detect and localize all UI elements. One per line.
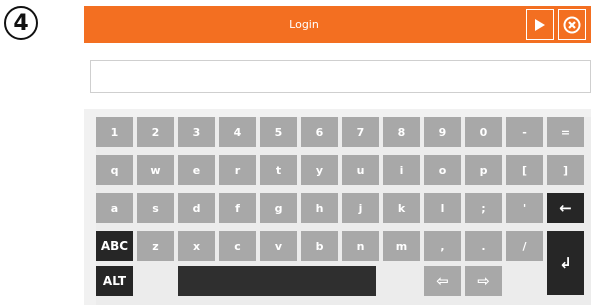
key-h[interactable]: h bbox=[301, 193, 338, 223]
key-p[interactable]: p bbox=[465, 155, 502, 185]
key-x[interactable]: x bbox=[178, 231, 215, 261]
key-3[interactable]: 3 bbox=[178, 117, 215, 147]
key-o[interactable]: o bbox=[424, 155, 461, 185]
key-9[interactable]: 9 bbox=[424, 117, 461, 147]
key-a[interactable]: a bbox=[96, 193, 133, 223]
close-circle-icon bbox=[563, 16, 581, 33]
close-button[interactable] bbox=[558, 9, 586, 40]
next-button[interactable] bbox=[526, 9, 554, 40]
key-c[interactable]: c bbox=[219, 231, 256, 261]
login-input[interactable] bbox=[90, 60, 591, 93]
key-4[interactable]: 4 bbox=[219, 117, 256, 147]
key-j[interactable]: j bbox=[342, 193, 379, 223]
key-u[interactable]: u bbox=[342, 155, 379, 185]
on-screen-keyboard: 1 2 3 4 5 6 7 8 9 0 - = q w e r t y u i … bbox=[96, 117, 591, 305]
play-icon bbox=[535, 18, 545, 31]
key-e[interactable]: e bbox=[178, 155, 215, 185]
space-key[interactable] bbox=[178, 266, 376, 296]
enter-arrow-icon: ↲ bbox=[559, 254, 572, 272]
login-dialog: Login 1 2 3 4 5 6 7 8 9 0 - = q w e r t … bbox=[84, 6, 591, 305]
key-q[interactable]: q bbox=[96, 155, 133, 185]
key-f[interactable]: f bbox=[219, 193, 256, 223]
key-slash[interactable]: / bbox=[506, 231, 543, 261]
key-comma[interactable]: , bbox=[424, 231, 461, 261]
key-1[interactable]: 1 bbox=[96, 117, 133, 147]
key-y[interactable]: y bbox=[301, 155, 338, 185]
backspace-key[interactable]: ← bbox=[547, 193, 584, 223]
key-b[interactable]: b bbox=[301, 231, 338, 261]
key-w[interactable]: w bbox=[137, 155, 174, 185]
left-arrow-icon: ⇦ bbox=[436, 272, 449, 290]
key-t[interactable]: t bbox=[260, 155, 297, 185]
abc-toggle-key[interactable]: ABC bbox=[96, 231, 133, 261]
key-6[interactable]: 6 bbox=[301, 117, 338, 147]
key-m[interactable]: m bbox=[383, 231, 420, 261]
key-7[interactable]: 7 bbox=[342, 117, 379, 147]
key-v[interactable]: v bbox=[260, 231, 297, 261]
key-l[interactable]: l bbox=[424, 193, 461, 223]
key-r[interactable]: r bbox=[219, 155, 256, 185]
cursor-right-key[interactable]: ⇨ bbox=[465, 266, 502, 296]
key-equals[interactable]: = bbox=[547, 117, 584, 147]
key-open-bracket[interactable]: [ bbox=[506, 155, 543, 185]
key-i[interactable]: i bbox=[383, 155, 420, 185]
key-d[interactable]: d bbox=[178, 193, 215, 223]
dialog-title: Login bbox=[289, 18, 319, 31]
key-z[interactable]: z bbox=[137, 231, 174, 261]
key-minus[interactable]: - bbox=[506, 117, 543, 147]
key-8[interactable]: 8 bbox=[383, 117, 420, 147]
key-k[interactable]: k bbox=[383, 193, 420, 223]
key-apostrophe[interactable]: ' bbox=[506, 193, 543, 223]
alt-key[interactable]: ALT bbox=[96, 266, 133, 296]
key-2[interactable]: 2 bbox=[137, 117, 174, 147]
key-0[interactable]: 0 bbox=[465, 117, 502, 147]
enter-key[interactable]: ↲ bbox=[547, 231, 584, 295]
cursor-left-key[interactable]: ⇦ bbox=[424, 266, 461, 296]
key-close-bracket[interactable]: ] bbox=[547, 155, 584, 185]
step-number-badge: 4 bbox=[4, 6, 38, 40]
key-s[interactable]: s bbox=[137, 193, 174, 223]
key-period[interactable]: . bbox=[465, 231, 502, 261]
key-n[interactable]: n bbox=[342, 231, 379, 261]
input-area bbox=[84, 43, 591, 109]
backspace-arrow-icon: ← bbox=[559, 199, 572, 217]
key-g[interactable]: g bbox=[260, 193, 297, 223]
key-5[interactable]: 5 bbox=[260, 117, 297, 147]
title-bar: Login bbox=[84, 6, 591, 43]
key-semicolon[interactable]: ; bbox=[465, 193, 502, 223]
right-arrow-icon: ⇨ bbox=[477, 272, 490, 290]
